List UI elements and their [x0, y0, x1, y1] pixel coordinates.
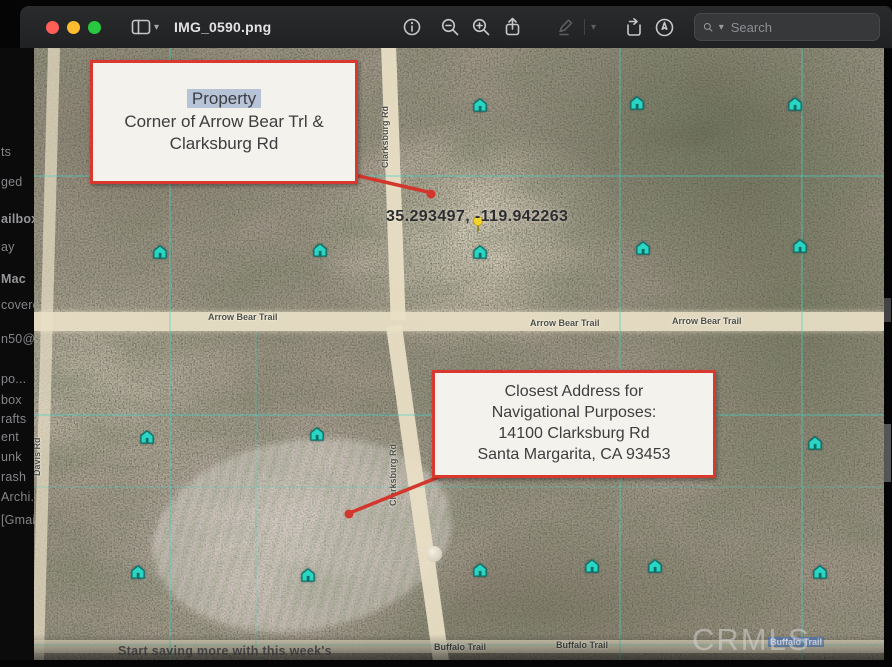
markup-pen-icon: [555, 17, 575, 37]
rotate-button[interactable]: [618, 14, 649, 40]
sidebar-toggle-button[interactable]: ▾: [125, 14, 164, 40]
info-button[interactable]: [397, 14, 427, 40]
search-icon: [703, 21, 714, 34]
annotation-line: Clarksburg Rd: [93, 133, 355, 155]
mail-sidebar-item[interactable]: ay: [1, 240, 15, 254]
share-button[interactable]: [497, 14, 528, 40]
mail-sidebar-item[interactable]: ent: [1, 430, 19, 444]
chevron-down-icon: ▾: [154, 22, 159, 33]
annotation-line: Closest Address for: [435, 382, 713, 403]
crmls-watermark: CRMLS: [692, 622, 811, 658]
share-icon: [502, 16, 523, 38]
annotation-line: Navigational Purposes:: [435, 403, 713, 424]
annotation-line: Corner of Arrow Bear Trl &: [93, 111, 355, 133]
screen: tsgedailboxayMaccoveren50@gmpo...boxraft…: [0, 0, 892, 667]
zoom-out-icon: [440, 17, 461, 38]
markup-pen-button[interactable]: [550, 14, 580, 40]
preview-window: ▾ IMG_0590.png: [20, 6, 892, 660]
markup-toggle-icon: [654, 17, 675, 38]
zoom-window-button[interactable]: [88, 21, 101, 34]
map-viewport[interactable]: Arrow Bear TrailArrow Bear TrailArrow Be…: [34, 48, 884, 660]
info-icon: [402, 17, 422, 37]
zoom-in-button[interactable]: [466, 14, 497, 40]
annotation-line: Santa Margarita, CA 93453: [435, 445, 713, 466]
annotation-box-address: Closest Address for Navigational Purpose…: [432, 370, 716, 478]
screen-edge-artifact: [884, 424, 891, 482]
screen-edge-artifact: [884, 298, 891, 322]
annotation-box-property: Property Corner of Arrow Bear Trl & Clar…: [90, 60, 358, 184]
mail-sidebar-item[interactable]: ts: [1, 145, 11, 159]
background-email-subject-text: Start saving more with this week's: [118, 644, 332, 658]
highlighted-text: Property: [187, 89, 261, 108]
titlebar: ▾ IMG_0590.png: [20, 6, 892, 49]
search-input[interactable]: [729, 19, 871, 36]
markup-dropdown-chevron-icon[interactable]: ▾: [591, 22, 596, 33]
search-field[interactable]: ▾: [694, 13, 880, 41]
search-scope-chevron-icon[interactable]: ▾: [719, 22, 724, 33]
zoom-out-button[interactable]: [435, 14, 466, 40]
markup-toggle-button[interactable]: [649, 14, 680, 40]
close-button[interactable]: [46, 21, 59, 34]
mail-sidebar-item[interactable]: box: [1, 393, 22, 407]
toolbar-divider: [584, 19, 585, 35]
rotate-icon: [623, 17, 644, 38]
annotation-line: 14100 Clarksburg Rd: [435, 424, 713, 445]
window-title: IMG_0590.png: [174, 19, 271, 35]
mail-sidebar-item[interactable]: unk: [1, 450, 22, 464]
zoom-in-icon: [471, 17, 492, 38]
sidebar-icon: [130, 17, 152, 37]
minimize-button[interactable]: [67, 21, 80, 34]
